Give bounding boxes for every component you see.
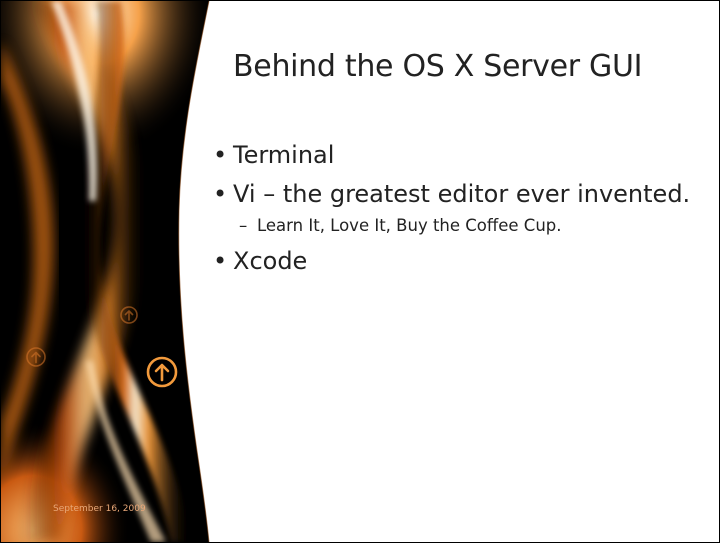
bullet-list: • Terminal • Vi – the greatest editor ev… (213, 140, 713, 285)
bullet-marker: • (213, 247, 228, 275)
bullet-text: Terminal (233, 141, 335, 169)
sub-bullet-item: – Learn It, Love It, Buy the Coffee Cup. (233, 214, 713, 238)
slide-content: Behind the OS X Server GUI • Terminal • … (213, 47, 713, 275)
flame-art (1, 1, 210, 542)
bullet-marker: • (213, 141, 228, 169)
slide: September 16, 2009 Behind the OS X Serve… (0, 0, 720, 543)
bullet-item: • Vi – the greatest editor ever invented… (213, 179, 713, 238)
bullet-item: • Xcode (213, 246, 713, 277)
bullet-text: Vi – the greatest editor ever invented. (233, 180, 691, 208)
bullet-text: Xcode (233, 247, 308, 275)
sub-bullet-text: Learn It, Love It, Buy the Coffee Cup. (257, 216, 562, 235)
sub-bullet-marker: – (239, 216, 248, 235)
decorative-panel: September 16, 2009 (1, 1, 216, 542)
slide-title: Behind the OS X Server GUI (233, 49, 643, 84)
bullet-item: • Terminal (213, 140, 713, 171)
footer-date: September 16, 2009 (53, 504, 146, 514)
bullet-marker: • (213, 180, 228, 208)
sub-bullet-list: – Learn It, Love It, Buy the Coffee Cup. (233, 214, 713, 238)
